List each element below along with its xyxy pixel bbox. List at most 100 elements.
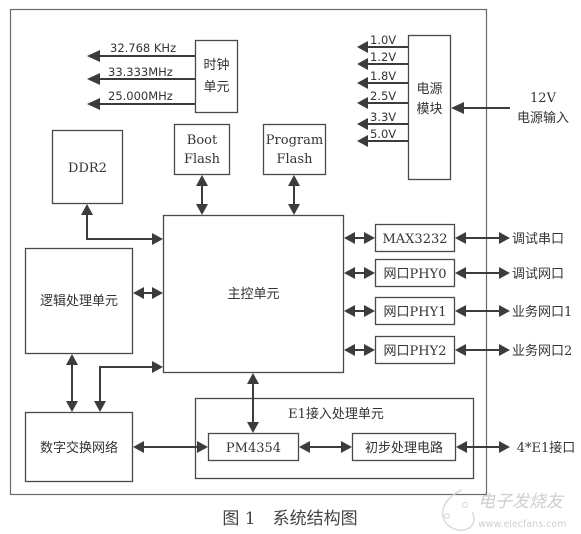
interface-row: MAX3232 调试串口: [344, 223, 564, 253]
chip-to-port-arrow: [455, 344, 510, 356]
watermark-logo-icon: [441, 489, 475, 531]
arrow-right-icon: [364, 267, 375, 279]
system-structure-diagram: 时钟 单元 32.768 KHz 33.333MHz 25.000MHz 电源 …: [9, 8, 576, 531]
voltage-label: 5.0V: [370, 127, 396, 141]
preprocess-e1-port-arrow: [456, 441, 510, 453]
program-flash-label-1: Program: [266, 133, 323, 148]
power-output: 5.0V: [357, 127, 408, 147]
interface-chip-label: 网口PHY2: [384, 344, 447, 359]
voltage-label: 1.8V: [370, 69, 396, 83]
logic-main-arrow: [133, 287, 163, 299]
arrow-up-icon: [196, 175, 208, 186]
clock-unit-label-2: 单元: [203, 80, 229, 95]
arrow-down-icon: [66, 401, 78, 412]
e1-unit-title: E1接入处理单元: [288, 406, 384, 422]
power-output: 2.5V: [357, 89, 408, 109]
program-flash-box: [262, 123, 327, 176]
logic-switch-arrow: [66, 354, 78, 412]
boot-flash-main-arrow: [196, 175, 208, 215]
digital-switch-network: 数字交换网络: [24, 411, 134, 483]
arrow-right-icon: [152, 233, 163, 245]
main-to-chip-arrow: [344, 267, 375, 279]
watermark-url: www.elecfans.com: [478, 519, 566, 530]
main-control-unit: 主控单元: [162, 214, 345, 374]
arrow-down-icon: [288, 204, 300, 215]
main-switch-arrow: [94, 361, 163, 412]
interface-chip-label: 网口PHY1: [384, 305, 447, 320]
boot-flash-label-2: Flash: [184, 152, 221, 167]
interface-port-label: 调试网口: [512, 267, 564, 282]
arrow-right-icon: [152, 287, 163, 299]
clock-output-2: 33.333MHz: [87, 65, 195, 85]
arrow-up-icon: [247, 373, 259, 384]
main-to-chip-arrow: [344, 232, 375, 244]
figure-caption: 图 1 系统结构图: [222, 509, 357, 529]
voltage-label: 3.3V: [370, 110, 396, 124]
arrow-left-icon: [344, 344, 355, 356]
chip-to-port-arrow: [455, 232, 510, 244]
arrow-right-icon: [499, 441, 510, 453]
arrow-right-icon: [364, 305, 375, 317]
chip-to-port-arrow: [455, 305, 510, 317]
interface-chip-label: MAX3232: [382, 232, 447, 247]
digital-switch-label: 数字交换网络: [40, 440, 118, 456]
arrow-right-icon: [499, 232, 510, 244]
power-module-label-2: 模块: [416, 102, 442, 117]
arrow-left-icon: [451, 102, 464, 114]
boot-flash-label-1: Boot: [187, 133, 218, 148]
arrow-up-icon: [66, 354, 78, 365]
arrow-left-icon: [87, 50, 100, 62]
pre-processing-circuit-label: 初步处理电路: [365, 440, 443, 456]
clock-unit: 时钟 单元 32.768 KHz 33.333MHz 25.000MHz: [87, 39, 239, 114]
connector-line: [86, 212, 155, 240]
arrow-right-icon: [499, 267, 510, 279]
interface-row: 网口PHY1 业务网口1: [344, 296, 572, 326]
e1-port-label: 4*E1接口: [517, 440, 576, 456]
ddr2-memory: DDR2: [51, 129, 124, 205]
arrow-left-icon: [357, 77, 368, 89]
main-to-chip-arrow: [344, 344, 375, 356]
arrow-up-icon: [81, 204, 93, 215]
clock-output-1: 32.768 KHz: [87, 41, 195, 62]
ddr2-label: DDR2: [68, 161, 107, 176]
arrow-left-icon: [344, 305, 355, 317]
voltage-label: 1.2V: [370, 50, 396, 64]
arrow-left-icon: [357, 118, 368, 130]
power-input-label: 电源输入: [517, 110, 569, 126]
interface-port-label: 调试串口: [512, 232, 564, 247]
arrow-left-icon: [357, 97, 368, 109]
arrow-right-icon: [499, 305, 510, 317]
ddr2-main-arrow: [81, 204, 163, 245]
arrow-left-icon: [133, 441, 144, 453]
clock-unit-box: [194, 39, 239, 114]
power-input-voltage: 12V: [530, 91, 557, 106]
arrow-left-icon: [455, 232, 466, 244]
arrow-left-icon: [344, 267, 355, 279]
arrow-left-icon: [455, 305, 466, 317]
logic-processing-unit: 逻辑处理单元: [24, 247, 134, 355]
arrow-down-icon: [94, 401, 106, 412]
arrow-left-icon: [87, 73, 100, 85]
arrow-right-icon: [499, 344, 510, 356]
watermark-dot-icon: [462, 502, 468, 508]
power-input: 12V 电源输入: [451, 91, 569, 126]
program-flash-label-2: Flash: [277, 152, 314, 167]
program-flash: Program Flash: [262, 123, 327, 176]
main-to-chip-arrow: [344, 305, 375, 317]
power-output: 1.2V: [357, 50, 408, 70]
arrow-left-icon: [357, 41, 368, 53]
arrow-left-icon: [87, 98, 100, 110]
arrow-left-icon: [455, 267, 466, 279]
clock-output-3: 25.000MHz: [87, 89, 195, 110]
pm4354-label: PM4354: [226, 441, 281, 456]
arrow-left-icon: [357, 135, 368, 147]
voltage-label: 2.5V: [370, 89, 396, 103]
arrow-right-icon: [364, 232, 375, 244]
arrow-left-icon: [455, 344, 466, 356]
clock-freq-label: 32.768 KHz: [110, 41, 176, 55]
interface-port-label: 业务网口2: [512, 343, 572, 359]
voltage-label: 1.0V: [370, 33, 396, 47]
arrow-right-icon: [152, 361, 163, 373]
clock-unit-label-1: 时钟: [203, 57, 229, 73]
arrow-up-icon: [288, 175, 300, 186]
